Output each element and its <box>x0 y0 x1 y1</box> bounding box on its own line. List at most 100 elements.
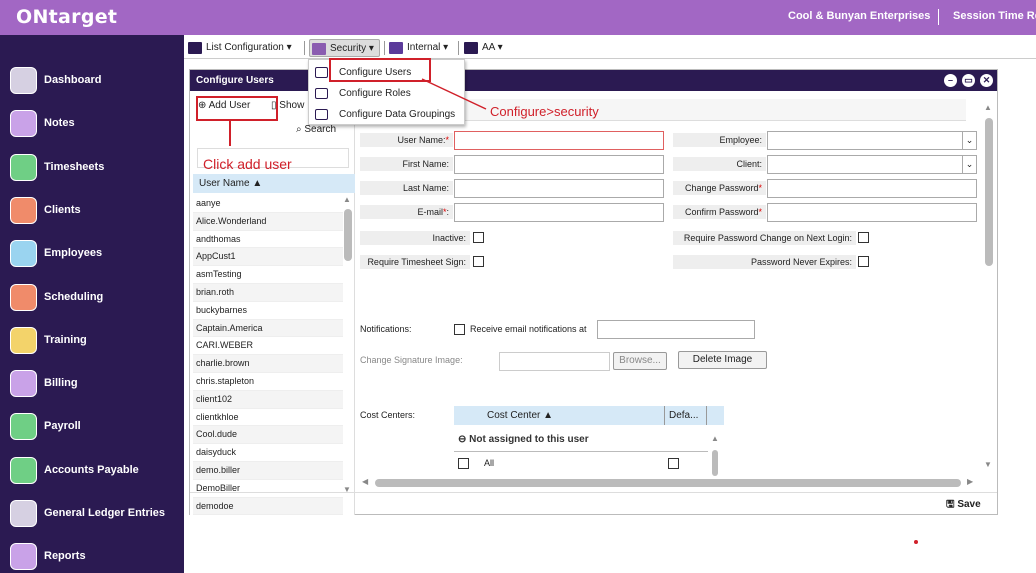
top-bar: ONtarget Cool & Bunyan Enterprises Sessi… <box>0 0 1036 35</box>
inactive-checkbox[interactable] <box>473 232 484 243</box>
list-item[interactable]: client102 <box>193 390 343 409</box>
folder-icon <box>10 456 37 484</box>
form-scroll-up-icon[interactable]: ▲ <box>984 103 992 112</box>
first-name-input[interactable] <box>454 155 664 174</box>
sidebar-item-scheduling[interactable]: Scheduling <box>0 283 184 324</box>
list-item[interactable]: AppCust1 <box>193 248 343 267</box>
sidebar-item-label: Notes <box>44 117 75 130</box>
user-list-pane: ⊕ Add User ▯ Show ⌕ Search User Name ▲ a… <box>190 91 355 516</box>
list-item[interactable]: daisyduck <box>193 444 343 462</box>
user-name-input[interactable] <box>454 131 664 150</box>
browse-button[interactable]: Browse... <box>613 352 667 370</box>
search-button[interactable]: ⌕ Search <box>296 124 336 135</box>
list-item[interactable]: Captain.America <box>193 319 343 338</box>
sidebar-item-payroll[interactable]: Payroll <box>0 413 184 453</box>
internal-menu[interactable]: Internal ▾ <box>387 39 448 57</box>
email-input[interactable] <box>454 203 664 222</box>
list-item[interactable]: charlie.brown <box>193 355 343 373</box>
company-name[interactable]: Cool & Bunyan Enterprises <box>788 10 930 22</box>
close-icon[interactable]: ✕ <box>980 74 993 87</box>
all-label: All <box>484 458 495 468</box>
scroll-up-icon[interactable]: ▲ <box>343 195 351 204</box>
last-name-input[interactable] <box>454 179 664 198</box>
require-password-change-label: Require Password Change on Next Login: <box>673 231 856 245</box>
list-item[interactable]: buckybarnes <box>193 302 343 320</box>
sidebar-item-dashboard[interactable]: Dashboard <box>0 67 184 107</box>
app-logo[interactable]: ONtarget <box>16 6 117 28</box>
security-menu[interactable]: Security ▾ <box>309 39 380 57</box>
list-item[interactable]: DemoBiller <box>193 480 343 498</box>
sidebar-item-general-ledger-entries[interactable]: General Ledger Entries <box>0 500 184 540</box>
list-item[interactable]: demo.biller <box>193 462 343 480</box>
notification-email-input[interactable] <box>597 320 755 339</box>
list-item[interactable]: brian.roth <box>193 284 343 302</box>
delete-image-button[interactable]: Delete Image <box>678 351 767 369</box>
confirm-password-input[interactable] <box>767 203 977 222</box>
list-item[interactable]: Alice.Wonderland <box>193 212 343 231</box>
all-cost-centers-checkbox[interactable] <box>458 458 469 469</box>
sidebar-item-timesheets[interactable]: Timesheets <box>0 153 184 194</box>
first-name-label: First Name: <box>360 157 453 171</box>
form-scroll-down-icon[interactable]: ▼ <box>984 460 992 469</box>
list-configuration-menu[interactable]: List Configuration ▾ <box>186 39 292 57</box>
red-dot <box>914 540 918 544</box>
employee-select[interactable]: ⌄ <box>767 131 977 150</box>
scroll-right-icon[interactable]: ▶ <box>967 477 973 486</box>
sidebar-item-employees[interactable]: Employees <box>0 240 184 280</box>
require-timesheet-sign-label: Require Timesheet Sign: <box>360 255 470 269</box>
grid-scroll-thumb[interactable] <box>712 450 718 476</box>
aa-label: AA <box>482 42 495 53</box>
aa-menu[interactable]: AA ▾ <box>462 39 503 57</box>
user-list-scrollbar[interactable]: ▲ ▼ <box>343 195 354 511</box>
dashboard-icon <box>10 67 37 94</box>
sidebar-item-clients[interactable]: Clients <box>0 196 184 237</box>
sidebar-item-accounts-payable[interactable]: Accounts Payable <box>0 456 184 497</box>
list-item[interactable]: Cool.dude <box>193 426 343 445</box>
user-name-column-header[interactable]: User Name ▲ <box>193 174 355 193</box>
grid-scroll-up-icon[interactable]: ▲ <box>711 434 719 443</box>
sidebar-item-billing[interactable]: Billing <box>0 370 184 410</box>
sidebar: Dashboard Notes Timesheets Clients Employees… <box>0 35 184 573</box>
lock-icon <box>312 43 326 55</box>
save-icon: 🖫 <box>946 499 955 510</box>
search-icon: ⌕ <box>296 124 302 135</box>
sidebar-item-label: Employees <box>44 247 103 260</box>
confirm-password-label: Confirm Password* <box>673 205 766 219</box>
horizontal-scroll-thumb[interactable] <box>375 479 961 487</box>
scroll-thumb[interactable] <box>344 209 352 261</box>
sidebar-item-label: Training <box>44 333 87 346</box>
email-notification-checkbox[interactable] <box>454 324 465 335</box>
form-scroll-thumb[interactable] <box>985 118 993 266</box>
scroll-left-icon[interactable]: ◀ <box>362 477 368 486</box>
change-password-input[interactable] <box>767 179 977 198</box>
sidebar-item-notes[interactable]: Notes <box>0 110 184 150</box>
folder-icon <box>10 326 37 354</box>
list-item[interactable]: CARI.WEBER <box>193 337 343 356</box>
minimize-icon[interactable]: – <box>944 74 957 87</box>
password-never-expires-checkbox[interactable] <box>858 256 869 267</box>
list-item[interactable]: chris.stapleton <box>193 373 343 391</box>
list-item[interactable]: andthomas <box>193 231 343 249</box>
change-signature-label: Change Signature Image: <box>360 355 463 365</box>
sidebar-item-training[interactable]: Training <box>0 326 184 367</box>
save-button[interactable]: 🖫 Save <box>946 497 981 514</box>
show-label: Show <box>279 100 305 111</box>
password-never-expires-label: Password Never Expires: <box>673 255 856 269</box>
require-password-change-checkbox[interactable] <box>858 232 869 243</box>
cost-center-column-header[interactable]: Cost Center ▲ <box>487 410 553 421</box>
list-item[interactable]: aanye <box>193 195 343 213</box>
not-assigned-group[interactable]: ⊖ Not assigned to this user <box>458 434 589 445</box>
security-label: Security <box>330 43 367 54</box>
maximize-icon[interactable]: ▭ <box>962 74 975 87</box>
list-item[interactable]: clientkhloe <box>193 409 343 427</box>
signature-file-input[interactable] <box>499 352 610 371</box>
roles-icon <box>315 88 328 99</box>
require-timesheet-sign-checkbox[interactable] <box>473 256 484 267</box>
list-item[interactable]: demodoe <box>193 497 343 516</box>
list-item[interactable]: asmTesting <box>193 266 343 284</box>
default-column-header[interactable]: Defa... <box>669 410 698 421</box>
annotation-arrow-add-user <box>229 121 231 146</box>
all-default-checkbox[interactable] <box>668 458 679 469</box>
client-select[interactable]: ⌄ <box>767 155 977 174</box>
sidebar-item-reports[interactable]: Reports <box>0 543 184 573</box>
